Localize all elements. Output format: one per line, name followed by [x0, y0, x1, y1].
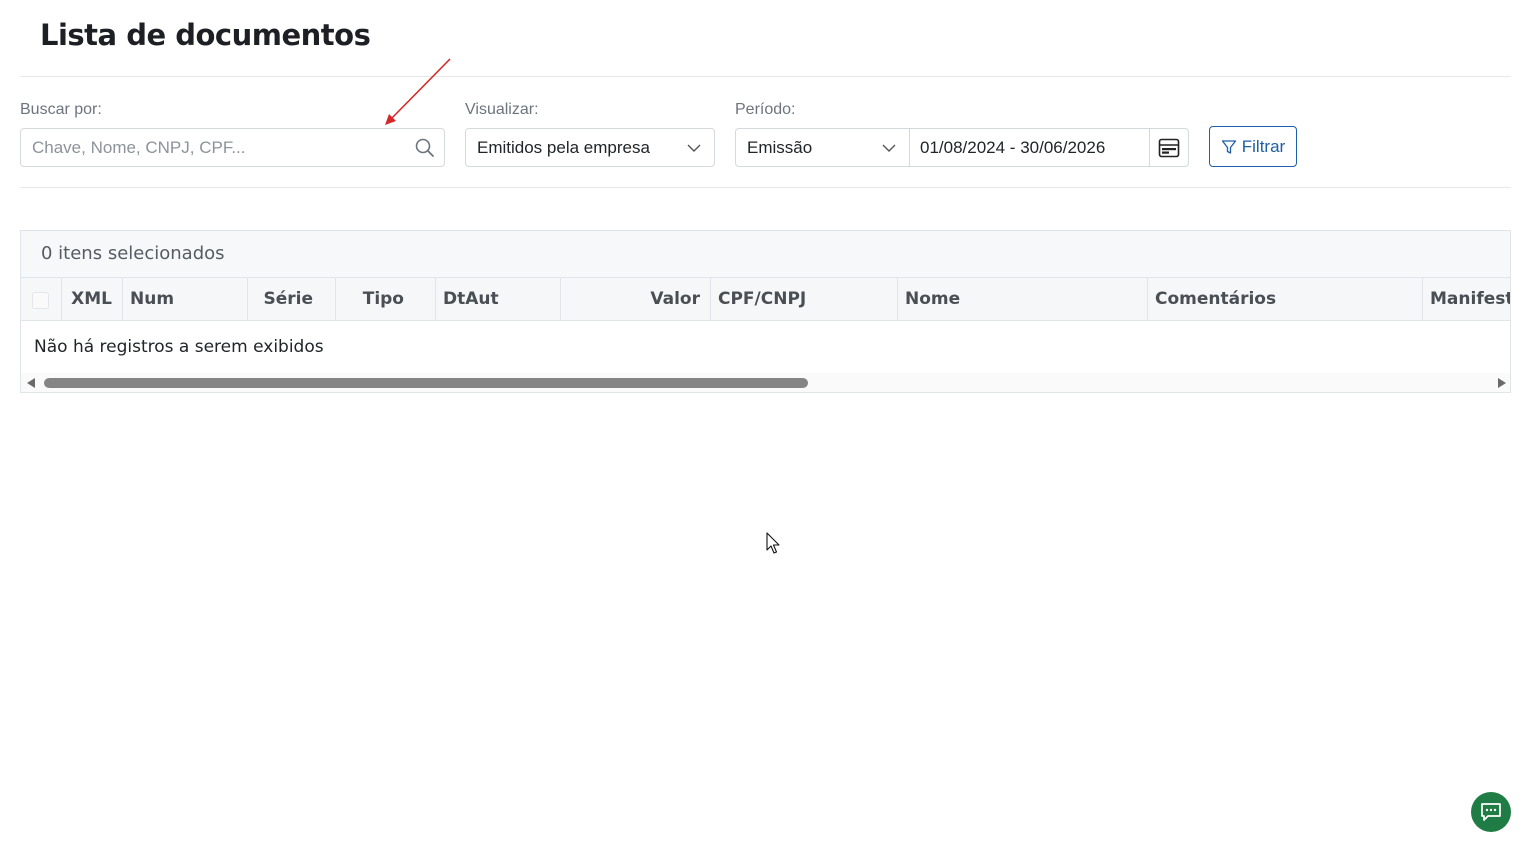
col-tipo[interactable]: Tipo	[336, 278, 436, 320]
filter-button-label: Filtrar	[1241, 136, 1286, 156]
horizontal-scrollbar[interactable]	[21, 373, 1510, 392]
search-icon[interactable]	[414, 137, 436, 159]
col-dtaut[interactable]: DtAut	[436, 278, 561, 320]
col-valor[interactable]: Valor	[561, 278, 711, 320]
col-nome[interactable]: Nome	[898, 278, 1148, 320]
period-range-input[interactable]: 01/08/2024 - 30/06/2026	[909, 128, 1150, 167]
annotation-arrow-icon	[385, 58, 451, 125]
table-header: XML Num Série Tipo DtAut Valor CPF/CNPJ …	[21, 277, 1510, 321]
filter-icon	[1221, 139, 1236, 154]
col-manifesta[interactable]: Manifesta	[1423, 278, 1510, 320]
documents-table: 0 itens selecionados XML Num Série Tipo …	[20, 230, 1511, 393]
table-body: Não há registros a serem exibidos	[21, 321, 1510, 373]
period-label: Período:	[735, 101, 796, 118]
empty-message: Não há registros a serem exibidos	[34, 337, 324, 357]
chevron-down-icon	[882, 144, 896, 152]
scroll-right-arrow-icon[interactable]	[1498, 378, 1506, 388]
page-title: Lista de documentos	[40, 18, 371, 52]
search-label: Buscar por:	[20, 101, 102, 118]
header-divider	[20, 76, 1511, 77]
chat-button[interactable]	[1471, 792, 1511, 832]
search-field	[20, 128, 445, 167]
col-comentarios[interactable]: Comentários	[1148, 278, 1423, 320]
scroll-thumb[interactable]	[44, 378, 808, 388]
search-input[interactable]	[21, 129, 401, 166]
view-select-value: Emitidos pela empresa	[477, 137, 650, 157]
scroll-left-arrow-icon[interactable]	[27, 378, 35, 388]
selected-count: 0 itens selecionados	[41, 243, 225, 264]
col-cpf-cnpj[interactable]: CPF/CNPJ	[711, 278, 898, 320]
chevron-down-icon	[687, 144, 701, 152]
period-type-value: Emissão	[747, 137, 813, 157]
filter-button[interactable]: Filtrar	[1209, 126, 1297, 167]
calendar-icon	[1158, 138, 1180, 157]
filter-divider	[20, 187, 1511, 188]
col-xml[interactable]: XML	[62, 278, 123, 320]
view-select[interactable]: Emitidos pela empresa	[465, 128, 715, 167]
header-select-all-cell	[21, 278, 62, 320]
col-serie[interactable]: Série	[248, 278, 336, 320]
calendar-button[interactable]	[1149, 128, 1189, 167]
select-all-checkbox[interactable]	[32, 292, 49, 309]
view-label: Visualizar:	[465, 101, 539, 118]
mouse-cursor-icon	[766, 532, 780, 554]
chat-icon	[1481, 803, 1501, 821]
col-num[interactable]: Num	[123, 278, 248, 320]
period-range-value: 01/08/2024 - 30/06/2026	[920, 137, 1106, 157]
period-type-select[interactable]: Emissão	[735, 128, 910, 167]
